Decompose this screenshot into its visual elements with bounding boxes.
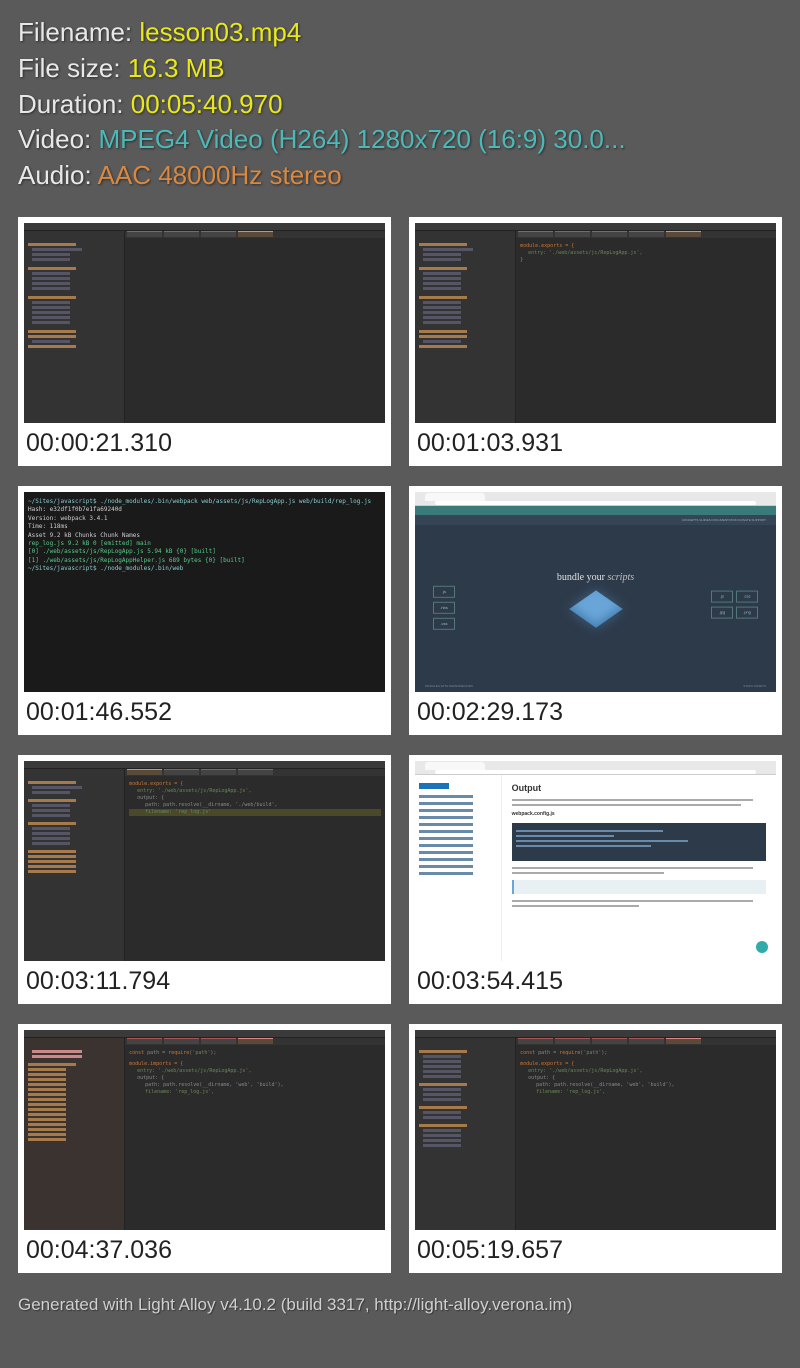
thumbnail-image: Output webpack.config.js bbox=[415, 761, 776, 961]
terminal-line: Time: 118ms bbox=[28, 523, 381, 531]
thumbnail-timestamp: 00:03:11.794 bbox=[24, 961, 385, 998]
terminal-line: [1] ./web/assets/js/RepLogAppHelper.js 6… bbox=[28, 557, 245, 564]
duration-label: Duration: bbox=[18, 89, 131, 119]
video-row: Video: MPEG4 Video (H264) 1280x720 (16:9… bbox=[18, 123, 782, 157]
media-info-block: Filename: lesson03.mp4 File size: 16.3 M… bbox=[18, 16, 782, 193]
filesize-row: File size: 16.3 MB bbox=[18, 52, 782, 86]
thumbnail-card: const path = require('path'); module.imp… bbox=[18, 1024, 391, 1273]
webpack-nav: CONCEPTS GUIDES DOCUMENTATION DONATE SUP… bbox=[415, 515, 776, 525]
thumbnail-image: module.exports = { entry: './web/assets/… bbox=[24, 761, 385, 961]
code-line: filename: 'rep_log.js', bbox=[145, 1089, 214, 1095]
browser-window: CONCEPTS GUIDES DOCUMENTATION DONATE SUP… bbox=[415, 492, 776, 692]
code-line: entry: './web/assets/js/RepLogApp.js', bbox=[528, 1068, 642, 1074]
thumbnail-card: CONCEPTS GUIDES DOCUMENTATION DONATE SUP… bbox=[409, 486, 782, 735]
filesize-value: 16.3 MB bbox=[128, 53, 225, 83]
thumbnail-card: const path = require('path'); module.exp… bbox=[409, 1024, 782, 1273]
terminal-output: ~/Sites/javascript$ ./node_modules/.bin/… bbox=[24, 492, 385, 692]
thumbnail-timestamp: 00:03:54.415 bbox=[415, 961, 776, 998]
thumbnail-card: Output webpack.config.js 00:03:54.415 bbox=[409, 755, 782, 1004]
thumbnail-card: ~/Sites/javascript$ ./node_modules/.bin/… bbox=[18, 486, 391, 735]
code-line: path: path.resolve(__dirname, './web/bui… bbox=[145, 802, 277, 808]
webpack-hero-title: bundle your scripts bbox=[557, 572, 634, 583]
asset-box: .css bbox=[736, 591, 758, 603]
thumbnail-image: CONCEPTS GUIDES DOCUMENTATION DONATE SUP… bbox=[415, 492, 776, 692]
audio-row: Audio: AAC 48000Hz stereo bbox=[18, 159, 782, 193]
terminal-line: ~/Sites/javascript$ ./node_modules/.bin/… bbox=[28, 498, 381, 506]
code-line: module.exports = { bbox=[520, 243, 574, 249]
thumbnail-grid: 00:00:21.310 module.exports = { entry: '… bbox=[18, 217, 782, 1273]
generator-footer: Generated with Light Alloy v4.10.2 (buil… bbox=[18, 1295, 782, 1315]
module-box: .hbs bbox=[433, 602, 455, 614]
code-line: module.exports = { bbox=[520, 1061, 574, 1067]
code-line: path: path.resolve(__dirname, 'web', 'bu… bbox=[145, 1082, 283, 1088]
video-label: Video: bbox=[18, 124, 98, 154]
code-line: entry: './web/assets/js/RepLogApp.js', bbox=[528, 250, 642, 256]
filename-row: Filename: lesson03.mp4 bbox=[18, 16, 782, 50]
thumbnail-timestamp: 00:01:46.552 bbox=[24, 692, 385, 729]
webpack-cube-icon bbox=[569, 591, 622, 628]
asset-box: .png bbox=[736, 607, 758, 619]
thumbnail-timestamp: 00:02:29.173 bbox=[415, 692, 776, 729]
terminal-line: Hash: e32df1f0b7e1fa69240d bbox=[28, 506, 381, 514]
code-line: filename: 'rep_log.js', bbox=[536, 1089, 605, 1095]
code-line: output: { bbox=[137, 795, 164, 801]
terminal-line: Asset 9.2 kB Chunks Chunk Names bbox=[28, 532, 381, 540]
hero-footer-right: STATIC ASSETS bbox=[743, 684, 766, 688]
thumbnail-image: const path = require('path'); module.exp… bbox=[415, 1030, 776, 1230]
terminal-line: rep_log.js 9.2 kB 0 [emitted] main bbox=[28, 540, 151, 547]
filesize-label: File size: bbox=[18, 53, 128, 83]
asset-box: .jpg bbox=[711, 607, 733, 619]
terminal-line: ~/Sites/javascript$ ./node_modules/.bin/… bbox=[28, 565, 381, 573]
code-line: output: { bbox=[528, 1075, 555, 1081]
filename-value: lesson03.mp4 bbox=[139, 17, 301, 47]
video-value: MPEG4 Video (H264) 1280x720 (16:9) 30.0.… bbox=[98, 124, 625, 154]
code-line: filename: 'rep_log.js' bbox=[145, 809, 211, 815]
thumbnail-image: ~/Sites/javascript$ ./node_modules/.bin/… bbox=[24, 492, 385, 692]
module-box: .js bbox=[433, 586, 455, 598]
docs-main: Output webpack.config.js bbox=[502, 775, 776, 961]
thumbnail-timestamp: 00:04:37.036 bbox=[24, 1230, 385, 1267]
code-line: entry: './web/assets/js/RepLogApp.js', bbox=[137, 1068, 251, 1074]
thumbnail-image bbox=[24, 223, 385, 423]
module-box: .css bbox=[433, 618, 455, 630]
feedback-fab-icon bbox=[756, 941, 768, 953]
code-line: output: { bbox=[137, 1075, 164, 1081]
thumbnail-timestamp: 00:05:19.657 bbox=[415, 1230, 776, 1267]
code-line: entry: './web/assets/js/RepLogApp.js', bbox=[137, 788, 251, 794]
asset-box: .js bbox=[711, 591, 733, 603]
duration-row: Duration: 00:05:40.970 bbox=[18, 88, 782, 122]
terminal-line: [0] ./web/assets/js/RepLogApp.js 5.94 kB… bbox=[28, 548, 216, 555]
code-line: module.imports = { bbox=[129, 1061, 183, 1067]
audio-label: Audio: bbox=[18, 160, 98, 190]
thumbnail-timestamp: 00:00:21.310 bbox=[24, 423, 385, 460]
webpack-badge bbox=[419, 783, 449, 789]
duration-value: 00:05:40.970 bbox=[131, 89, 283, 119]
thumbnail-card: module.exports = { entry: './web/assets/… bbox=[409, 217, 782, 466]
audio-value: AAC 48000Hz stereo bbox=[98, 160, 342, 190]
terminal-line: Version: webpack 3.4.1 bbox=[28, 515, 381, 523]
docs-subtitle: webpack.config.js bbox=[512, 811, 766, 817]
browser-window: Output webpack.config.js bbox=[415, 761, 776, 961]
thumbnail-timestamp: 00:01:03.931 bbox=[415, 423, 776, 460]
docs-page-title: Output bbox=[512, 783, 766, 793]
thumbnail-image: module.exports = { entry: './web/assets/… bbox=[415, 223, 776, 423]
docs-sidebar bbox=[415, 775, 502, 961]
filename-label: Filename: bbox=[18, 17, 139, 47]
thumbnail-card: 00:00:21.310 bbox=[18, 217, 391, 466]
hero-footer-left: MODULES WITH DEPENDENCIES bbox=[425, 684, 473, 688]
thumbnail-image: const path = require('path'); module.imp… bbox=[24, 1030, 385, 1230]
thumbnail-card: module.exports = { entry: './web/assets/… bbox=[18, 755, 391, 1004]
code-line: path: path.resolve(__dirname, 'web', 'bu… bbox=[536, 1082, 674, 1088]
code-line: module.exports = { bbox=[129, 781, 183, 787]
